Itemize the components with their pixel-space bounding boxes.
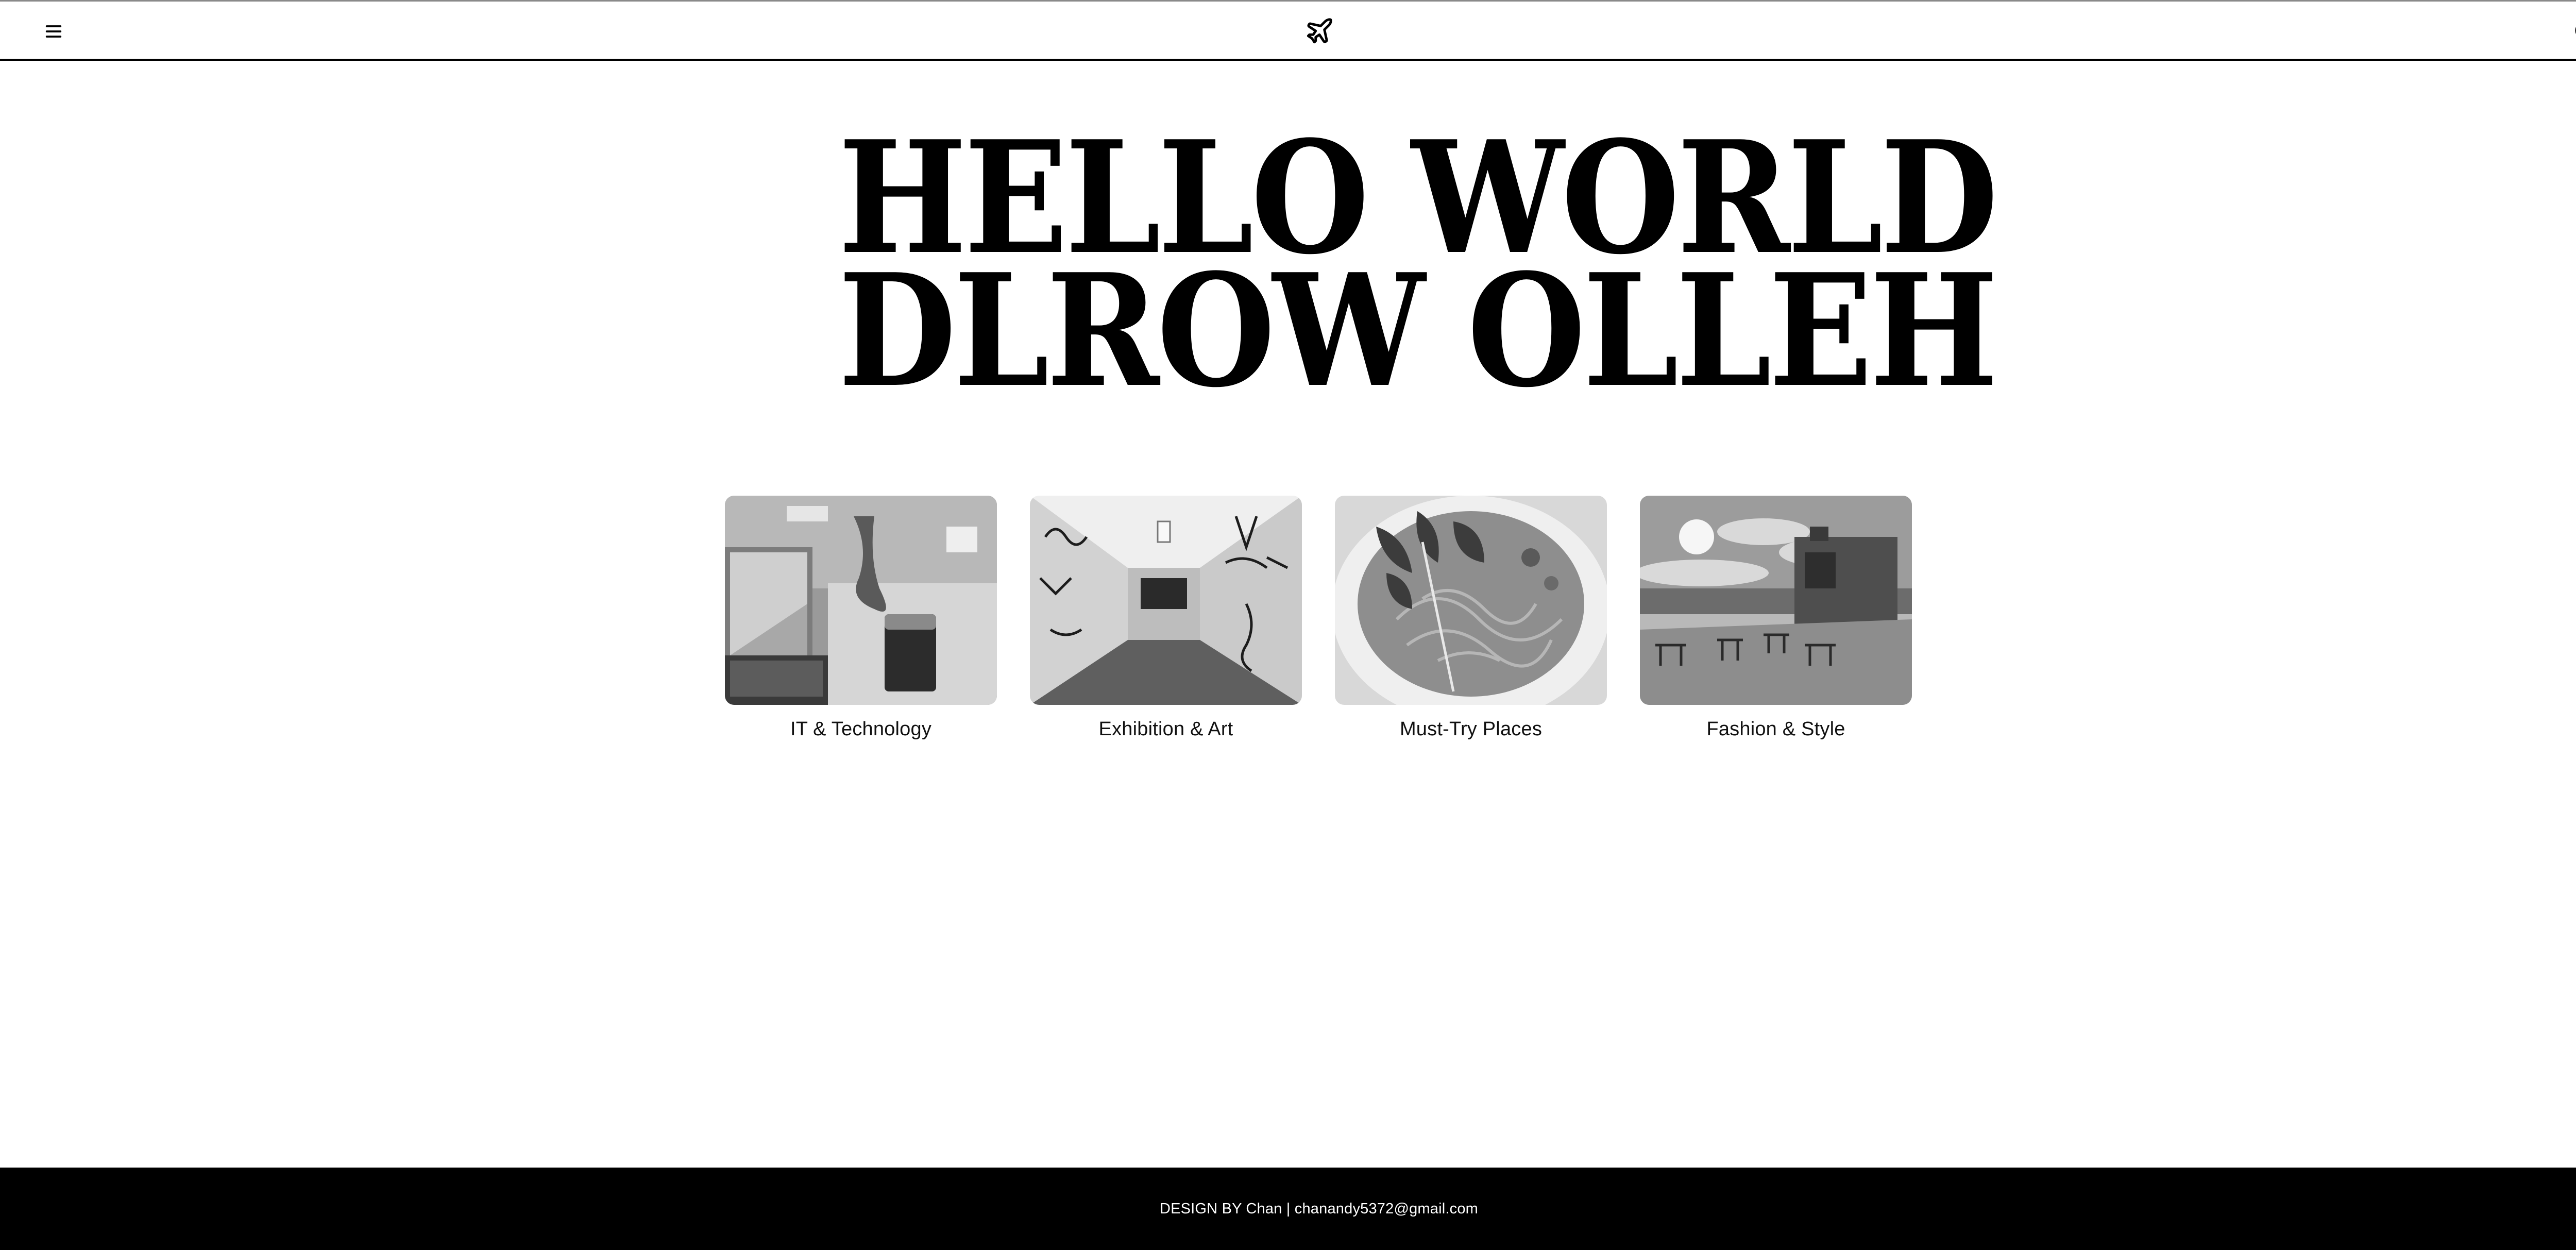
rooftop-terrace-photo[interactable]	[1640, 496, 1912, 705]
top-navigation-bar	[0, 0, 2576, 61]
airplane-icon[interactable]	[1304, 15, 1335, 46]
hero-title: HELLO WORLD DLROW OLLEH	[773, 121, 1998, 421]
graffiti-corridor-photo[interactable]	[1030, 496, 1302, 705]
footer: DESIGN BY Chan | chanandy5372@gmail.com	[0, 1168, 2576, 1250]
category-card-fashion-style[interactable]: Fashion & Style	[1640, 496, 1912, 748]
hamburger-menu-icon[interactable]	[39, 17, 68, 46]
category-label[interactable]: Must-Try Places	[1335, 718, 1607, 740]
page: HELLO WORLD DLROW OLLEH IT & Technology …	[0, 0, 2576, 1250]
category-card-exhibition-art[interactable]: Exhibition & Art	[1030, 496, 1302, 748]
category-card-it-technology[interactable]: IT & Technology	[725, 496, 997, 748]
laptop-and-iced-coffee-photo[interactable]	[725, 496, 997, 705]
search-icon[interactable]	[2570, 17, 2576, 46]
category-label[interactable]: Fashion & Style	[1640, 718, 1912, 740]
category-grid: IT & Technology Exhibition & Art Must-Tr…	[725, 496, 1913, 753]
footer-credit: DESIGN BY Chan | chanandy5372@gmail.com	[1159, 1200, 1479, 1217]
category-card-must-try-places[interactable]: Must-Try Places	[1335, 496, 1607, 748]
pasta-with-greens-photo[interactable]	[1335, 496, 1607, 705]
hero-title-line-2: DLROW OLLEH	[838, 240, 1998, 421]
category-label[interactable]: Exhibition & Art	[1030, 718, 1302, 740]
category-label[interactable]: IT & Technology	[725, 718, 997, 740]
